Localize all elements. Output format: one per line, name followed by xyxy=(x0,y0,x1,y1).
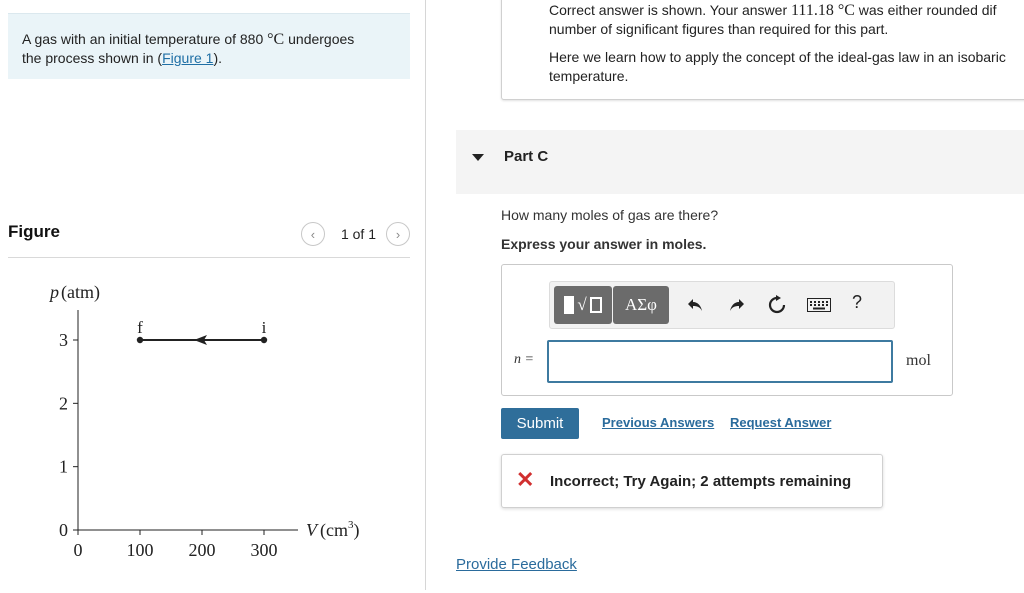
y-axis-label-var: p xyxy=(48,282,59,302)
process-path: fi xyxy=(136,318,268,345)
template-box-outline-icon xyxy=(589,297,602,313)
explanation-text-b: temperature. xyxy=(549,68,629,84)
figure-header: Figure ‹ 1 of 1 › xyxy=(8,222,410,258)
question-text: How many moles of gas are there? xyxy=(501,207,719,223)
problem-text-line2: the process shown in (Figure 1). xyxy=(22,49,396,67)
feedback-text-a: Correct answer is shown. Your answer xyxy=(549,2,791,18)
state-point xyxy=(136,336,144,344)
problem-text-3: ). xyxy=(213,50,222,66)
submit-button[interactable]: Submit xyxy=(501,408,579,439)
provide-feedback-link[interactable]: Provide Feedback xyxy=(456,556,577,573)
template-box-icon xyxy=(564,296,575,314)
column-divider xyxy=(425,0,426,590)
reset-icon[interactable] xyxy=(766,294,788,316)
answer-card: √ ΑΣφ ? n = mol xyxy=(501,264,953,396)
answer-input[interactable] xyxy=(547,340,893,383)
part-c-header[interactable]: Part C xyxy=(456,130,1024,194)
figure-link[interactable]: Figure 1 xyxy=(162,50,213,66)
result-message: ✕ Incorrect; Try Again; 2 attempts remai… xyxy=(501,454,883,508)
problem-text-2: the process shown in ( xyxy=(22,50,163,66)
x-tick-label: 300 xyxy=(251,540,278,560)
x-axis-label-var: V xyxy=(306,520,319,540)
answer-variable-label: n = xyxy=(514,352,534,367)
state-point-label: f xyxy=(137,318,143,337)
chevron-right-icon[interactable]: › xyxy=(386,222,410,246)
y-tick-label: 2 xyxy=(59,393,68,413)
answer-unit: mol xyxy=(906,352,931,369)
state-point-label: i xyxy=(262,318,267,337)
feedback-text: Correct answer is shown. Your answer 111… xyxy=(549,1,1024,39)
explanation-text: Here we learn how to apply the concept o… xyxy=(549,48,1024,86)
y-tick-label: 1 xyxy=(59,457,68,477)
x-axis-label-unit: (cm xyxy=(320,520,348,541)
help-button[interactable]: ? xyxy=(852,292,862,313)
figure-page-indicator: 1 of 1 xyxy=(340,226,376,242)
templates-button[interactable]: √ xyxy=(554,286,612,324)
keyboard-icon[interactable] xyxy=(806,294,832,316)
x-ticks: 0 100 200 300 xyxy=(74,530,278,560)
radical-icon: √ xyxy=(577,295,587,314)
x-tick-label: 100 xyxy=(127,540,154,560)
x-axis-label: V (cm3) xyxy=(306,519,359,541)
feedback-text-c: number of significant figures than requi… xyxy=(549,21,889,37)
y-ticks: 0 1 2 3 xyxy=(59,330,78,540)
problem-text-line1: A gas with an initial temperature of 880… xyxy=(22,30,396,49)
greek-symbols-button[interactable]: ΑΣφ xyxy=(613,286,669,324)
explanation-text-a: Here we learn how to apply the concept o… xyxy=(549,49,1006,65)
problem-text: A gas with an initial temperature of 880 xyxy=(22,31,268,47)
y-axis-label: p (atm) xyxy=(48,282,100,303)
undo-icon[interactable] xyxy=(684,294,706,316)
redo-icon[interactable] xyxy=(726,294,748,316)
feedback-text-b: was either rounded dif xyxy=(854,2,997,18)
temperature-unit: °C xyxy=(267,31,285,48)
part-label: Part C xyxy=(504,148,549,165)
x-tick-label: 200 xyxy=(189,540,216,560)
y-tick-label: 3 xyxy=(59,330,68,350)
feedback-card: Correct answer is shown. Your answer 111… xyxy=(501,0,1024,100)
problem-text-tail: undergoes xyxy=(284,31,355,47)
problem-statement: A gas with an initial temperature of 880… xyxy=(8,13,410,79)
instruction-text: Express your answer in moles. xyxy=(501,236,707,252)
x-icon: ✕ xyxy=(516,467,535,492)
chevron-left-icon[interactable]: ‹ xyxy=(300,222,325,246)
figure-title: Figure xyxy=(8,222,60,241)
x-axis-label-close: ) xyxy=(353,520,359,541)
state-point xyxy=(260,336,268,344)
y-axis-label-unit: (atm) xyxy=(61,282,100,303)
math-toolbar: √ ΑΣφ ? xyxy=(549,281,895,329)
previous-answers-link[interactable]: Previous Answers xyxy=(602,415,714,430)
result-text: Incorrect; Try Again; 2 attempts remaini… xyxy=(550,473,852,490)
figure-navigation: ‹ 1 of 1 › xyxy=(300,222,410,246)
caret-down-icon[interactable] xyxy=(472,154,484,161)
x-tick-label: 0 xyxy=(74,540,83,560)
request-answer-link[interactable]: Request Answer xyxy=(730,415,831,430)
y-tick-label: 0 xyxy=(59,520,68,540)
pv-diagram: p (atm) 0123 0 100 200 300 fi V (cm3) xyxy=(48,282,359,560)
feedback-answer-value: 111.18 °C xyxy=(791,2,855,19)
